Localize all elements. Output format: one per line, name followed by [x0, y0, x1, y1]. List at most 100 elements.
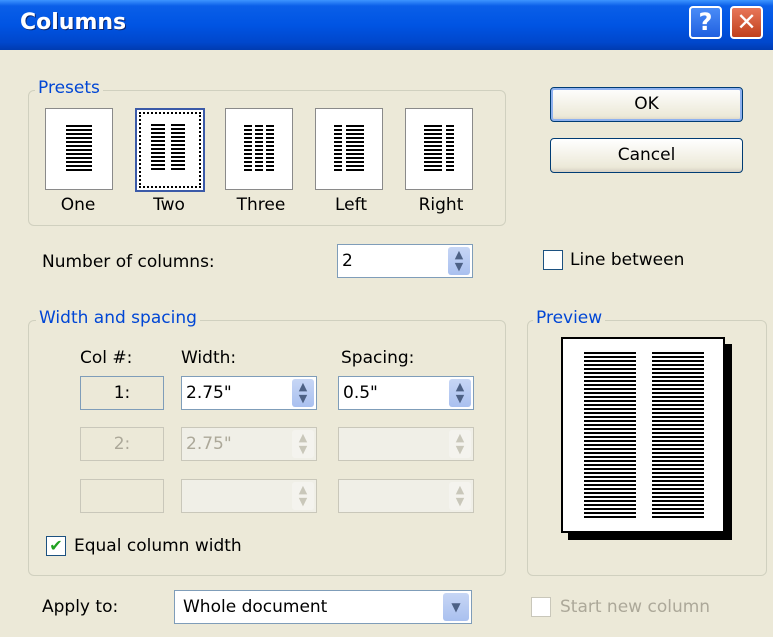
col-1-width-value: 2.75"	[186, 383, 232, 403]
preview-line	[652, 460, 704, 462]
width-spacing-group-label: Width and spacing	[36, 308, 200, 328]
preview-line	[584, 476, 636, 478]
preset-one-button[interactable]	[45, 108, 113, 190]
col-1-spacing-field[interactable]: 0.5" ▲ ▼	[338, 376, 474, 410]
preview-line	[584, 432, 636, 434]
preset-right-icon	[424, 125, 454, 171]
preview-line	[652, 376, 704, 378]
ok-button[interactable]: OK	[550, 87, 743, 122]
preview-line	[652, 352, 704, 354]
preview-line	[652, 380, 704, 382]
cancel-button[interactable]: Cancel	[550, 138, 743, 173]
preview-line	[652, 432, 704, 434]
preview-line	[652, 504, 704, 506]
preview-line	[584, 512, 636, 514]
preview-line	[652, 512, 704, 514]
preview-line	[652, 456, 704, 458]
preset-two-button[interactable]	[135, 108, 205, 192]
col-1-spacing-spinner[interactable]: ▲ ▼	[449, 379, 471, 407]
preview-line	[652, 372, 704, 374]
preview-line	[652, 396, 704, 398]
help-button[interactable]: ?	[689, 6, 722, 39]
col-1-width-spinner[interactable]: ▲ ▼	[292, 379, 314, 407]
close-icon: ✕	[736, 8, 757, 36]
width-header: Width:	[181, 348, 237, 368]
preview-line	[652, 416, 704, 418]
preview-line	[652, 468, 704, 470]
preview-line	[584, 356, 636, 358]
title-bar: Columns ? ✕	[0, 0, 773, 50]
col-2-label: 2:	[80, 427, 164, 461]
preview-line	[584, 496, 636, 498]
apply-to-dropdown[interactable]: Whole document ▼	[174, 590, 472, 624]
preset-one-icon	[66, 125, 92, 171]
preset-right-button[interactable]	[405, 108, 473, 190]
line-between-label: Line between	[570, 250, 685, 270]
preview-line	[584, 360, 636, 362]
preview-line	[652, 408, 704, 410]
preview-line	[584, 372, 636, 374]
preview-line	[584, 364, 636, 366]
preview-line	[652, 384, 704, 386]
preview-line	[584, 424, 636, 426]
preview-line	[584, 460, 636, 462]
window-title: Columns	[20, 10, 127, 35]
preview-line	[652, 420, 704, 422]
line-between-checkbox[interactable]	[543, 250, 563, 270]
preview-line	[584, 408, 636, 410]
preview-line	[584, 456, 636, 458]
preview-line	[652, 424, 704, 426]
preview-line	[584, 400, 636, 402]
preset-one-label: One	[60, 195, 96, 215]
start-new-column-label: Start new column	[560, 597, 711, 617]
preview-page-icon	[561, 337, 732, 540]
close-button[interactable]: ✕	[730, 6, 763, 39]
preview-line	[652, 452, 704, 454]
preview-line	[584, 480, 636, 482]
col-2-width-value: 2.75"	[186, 434, 232, 454]
preview-line	[652, 392, 704, 394]
preview-line	[584, 472, 636, 474]
preset-two-label: Two	[153, 195, 185, 215]
preview-line	[652, 428, 704, 430]
preview-line	[584, 376, 636, 378]
preview-line	[584, 464, 636, 466]
col-1-spacing-value: 0.5"	[343, 383, 378, 403]
apply-to-label: Apply to:	[42, 597, 119, 617]
preview-line	[652, 448, 704, 450]
preview-line	[584, 380, 636, 382]
preview-line	[652, 484, 704, 486]
preview-line	[584, 420, 636, 422]
preset-right-label: Right	[418, 195, 464, 215]
preset-three-button[interactable]	[225, 108, 293, 190]
preview-line	[652, 480, 704, 482]
col-1-width-field[interactable]: 2.75" ▲ ▼	[181, 376, 317, 410]
col-2-width-spinner: ▲ ▼	[292, 430, 314, 458]
preview-line	[584, 504, 636, 506]
preview-line	[652, 500, 704, 502]
preview-line	[584, 416, 636, 418]
col-number-header: Col #:	[80, 348, 133, 368]
preset-left-button[interactable]	[315, 108, 383, 190]
preview-line	[584, 500, 636, 502]
col-3-spacing-field: ▲ ▼	[338, 479, 474, 513]
number-of-columns-value: 2	[342, 251, 353, 271]
preview-line	[584, 384, 636, 386]
preview-line	[584, 396, 636, 398]
preset-two-icon	[151, 124, 185, 170]
apply-to-value: Whole document	[183, 597, 328, 617]
col-3-spacing-spinner: ▲ ▼	[449, 482, 471, 510]
chevron-down-icon[interactable]: ▼	[443, 593, 469, 621]
number-of-columns-field[interactable]: 2 ▲ ▼	[337, 244, 473, 278]
preview-line	[584, 352, 636, 354]
preview-line	[652, 436, 704, 438]
col-1-label: 1:	[80, 376, 164, 410]
spacing-header: Spacing:	[341, 348, 415, 368]
start-new-column-checkbox	[531, 597, 551, 617]
preview-line	[584, 440, 636, 442]
preview-line	[652, 368, 704, 370]
preview-group-label: Preview	[533, 308, 606, 328]
number-of-columns-spinner[interactable]: ▲ ▼	[448, 247, 470, 275]
equal-column-width-checkbox[interactable]: ✔	[46, 536, 66, 556]
preview-line	[652, 508, 704, 510]
